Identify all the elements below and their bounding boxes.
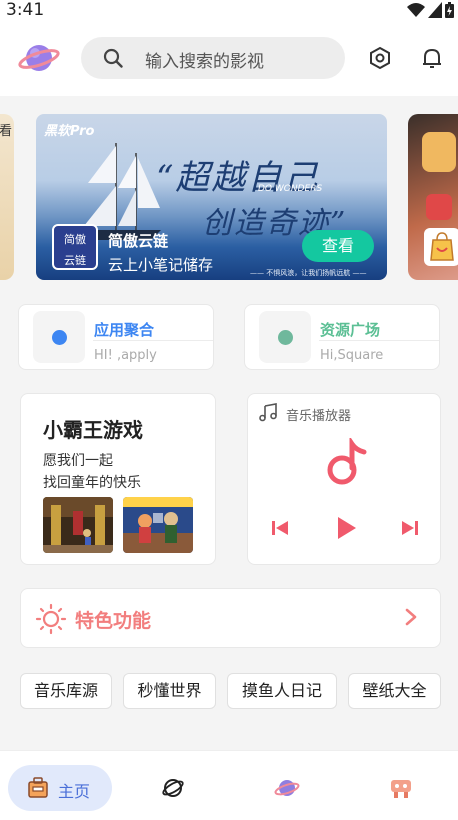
quick-link-title: 资源广场 (320, 321, 381, 339)
signal-icon (428, 2, 442, 18)
play-icon[interactable] (336, 515, 358, 541)
game-card-line2: 找回童年的快乐 (43, 475, 141, 491)
quick-link-square[interactable]: 资源广场 Hi,Square (244, 304, 440, 370)
game-screenshot-2[interactable] (123, 497, 193, 553)
game-screenshot-1[interactable] (43, 497, 113, 553)
planet-icon[interactable] (274, 776, 300, 800)
divider (319, 340, 439, 341)
banner-carousel[interactable]: 看 黑软Pro “超越自己 DO WONDERS 创造奇迹” 简傲 云链 简傲云… (0, 96, 458, 296)
tag-wallpapers[interactable]: 壁纸大全 (348, 673, 441, 709)
banner-brand: 黑软Pro (44, 124, 95, 139)
blue-dot-icon (52, 330, 67, 345)
feature-row[interactable]: 特色功能 (20, 588, 441, 648)
feature-label: 特色功能 (75, 610, 152, 632)
app-badge-line1: 简傲 (64, 233, 86, 246)
banner-peek-left-text: 看 (0, 124, 12, 139)
banner-app-desc: 云上小笔记储存 (108, 256, 214, 274)
status-bar: 3:41 (0, 0, 458, 22)
search-icon (103, 48, 123, 68)
chevron-right-icon (405, 608, 417, 626)
nav-home-label: 主页 (58, 782, 91, 801)
green-dot-icon (278, 330, 293, 345)
game-card[interactable]: 小霸王游戏 愿我们一起 找回童年的快乐 (20, 393, 216, 565)
home-icon (28, 777, 48, 798)
game-card-title: 小霸王游戏 (43, 418, 143, 442)
shopping-bag-icon (424, 228, 458, 266)
search-placeholder: 输入搜索的影视 (145, 52, 264, 72)
bell-icon[interactable] (420, 46, 444, 70)
app-tile-decoration (422, 132, 456, 172)
tag-music-library[interactable]: 音乐库源 (20, 673, 112, 709)
wifi-icon (407, 3, 425, 17)
bottom-nav: 主页 (0, 750, 458, 820)
battery-icon (445, 2, 454, 18)
quick-link-apply[interactable]: 应用聚合 HI! ,apply (18, 304, 214, 370)
quick-link-subtitle: Hi,Square (320, 348, 384, 363)
banner-peek-left[interactable]: 看 (0, 114, 14, 280)
banner-slide[interactable]: 黑软Pro “超越自己 DO WONDERS 创造奇迹” 简傲 云链 简傲云链 … (36, 114, 387, 280)
sun-icon (35, 603, 67, 635)
quick-link-icon-box (33, 311, 85, 363)
next-track-icon[interactable] (400, 518, 420, 538)
app-badge-line2: 云链 (64, 254, 86, 267)
banner-app-name: 简傲云链 (108, 232, 169, 250)
banner-peek-right[interactable] (408, 114, 458, 280)
game-card-line1: 愿我们一起 (43, 453, 113, 469)
status-icons (407, 2, 454, 18)
previous-track-icon[interactable] (270, 518, 290, 538)
divider (93, 340, 213, 341)
quick-link-subtitle: HI! ,apply (94, 348, 157, 363)
planet-logo-icon[interactable] (18, 40, 60, 76)
music-player-title: 音乐播放器 (286, 409, 352, 424)
game-icon[interactable] (388, 776, 414, 800)
quick-link-icon-box (259, 311, 311, 363)
banner-subtitle-en: DO WONDERS (258, 184, 323, 194)
banner-motto: —— 不惧风浪，让我们扬帆远航 —— (250, 269, 367, 277)
planet-outline-icon[interactable] (161, 776, 185, 800)
app-tile-decoration (426, 194, 452, 220)
app-badge: 简傲 云链 (52, 224, 98, 270)
search-bar[interactable]: 输入搜索的影视 (81, 37, 345, 79)
music-logo-icon (327, 438, 367, 485)
nav-home[interactable]: 主页 (8, 765, 112, 811)
settings-hexagon-icon[interactable] (368, 46, 392, 70)
quick-link-title: 应用聚合 (94, 321, 155, 339)
tag-list: 音乐库源 秒懂世界 摸鱼人日记 壁纸大全 (20, 673, 450, 709)
tag-understand-world[interactable]: 秒懂世界 (123, 673, 216, 709)
tag-slacker-diary[interactable]: 摸鱼人日记 (227, 673, 337, 709)
banner-view-button[interactable]: 查看 (302, 230, 374, 262)
music-player-card[interactable]: 音乐播放器 (247, 393, 441, 565)
top-bar: 输入搜索的影视 (0, 22, 458, 96)
music-note-icon (259, 403, 277, 422)
status-time: 3:41 (6, 0, 45, 20)
